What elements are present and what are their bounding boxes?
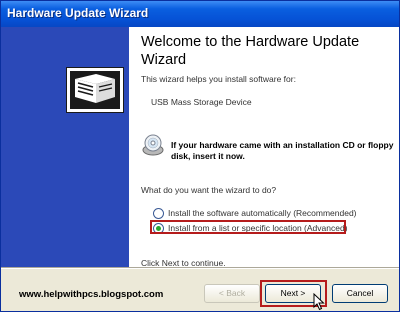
window-title: Hardware Update Wizard <box>7 6 149 20</box>
option-highlight-box <box>150 220 346 234</box>
radio-button[interactable] <box>153 208 164 219</box>
intro-text: This wizard helps you install software f… <box>141 74 296 84</box>
cd-instruction: If your hardware came with an installati… <box>171 140 394 161</box>
content-panel: Welcome to the Hardware Update Wizard Th… <box>129 27 399 268</box>
side-panel <box>1 27 129 267</box>
back-button[interactable]: < Back <box>204 284 260 303</box>
cancel-button[interactable]: Cancel <box>332 284 388 303</box>
cd-disk-icon <box>142 134 164 156</box>
wizard-window: Hardware Update Wizard Welcome to the Ha… <box>0 0 400 312</box>
title-bar[interactable]: Hardware Update Wizard <box>1 1 399 27</box>
option-label: Install the software automatically (Reco… <box>168 208 357 218</box>
device-name: USB Mass Storage Device <box>151 97 252 107</box>
question-text: What do you want the wizard to do? <box>141 185 277 195</box>
website-watermark: www.helpwithpcs.blogspot.com <box>19 289 164 300</box>
mouse-pointer-icon <box>313 293 325 311</box>
divider <box>1 267 399 269</box>
hardware-wizard-icon <box>66 67 124 113</box>
page-title: Welcome to the Hardware Update Wizard <box>141 34 360 68</box>
